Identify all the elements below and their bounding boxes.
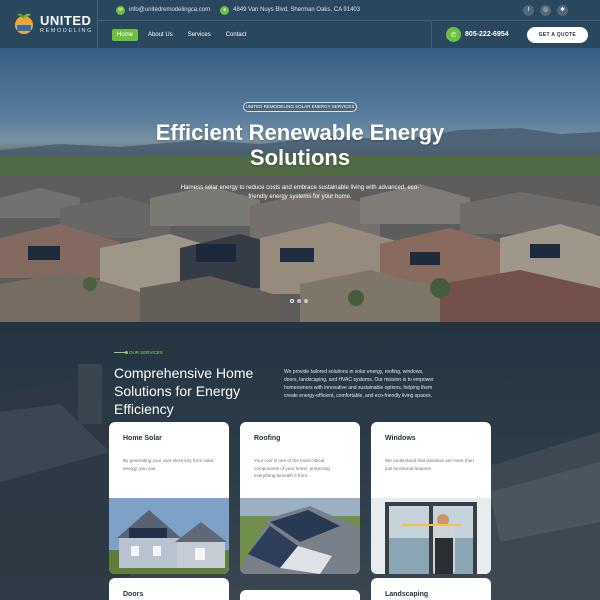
- logo-icon: [12, 12, 36, 36]
- nav-contact[interactable]: Contact: [221, 29, 252, 41]
- nav-services[interactable]: Services: [183, 29, 216, 41]
- card-title: Windows: [385, 435, 416, 442]
- service-card-landscaping[interactable]: Landscaping: [371, 578, 491, 600]
- slider-dot-3[interactable]: [304, 299, 308, 303]
- top-bar: ✉ info@unitedremodelingca.com ● 4849 Van…: [98, 0, 600, 21]
- hero-subtitle: Harness solar energy to reduce costs and…: [180, 185, 420, 200]
- slider-dot-2[interactable]: [297, 299, 301, 303]
- card-image: [240, 498, 360, 574]
- card-text: Your roof is one of the most critical co…: [254, 458, 330, 478]
- service-card-hvac[interactable]: [240, 590, 360, 600]
- site-header: UNITED REMODELING ✉ info@unitedremodelin…: [0, 0, 600, 48]
- nav-about-us[interactable]: About Us: [143, 29, 178, 41]
- service-card-doors[interactable]: Doors: [109, 578, 229, 600]
- address-link[interactable]: ● 4849 Van Nuys Blvd, Sherman Oaks, CA 9…: [220, 5, 361, 15]
- hero-title: Efficient Renewable Energy Solutions: [155, 120, 445, 170]
- main-nav: Home About Us Services Contact ✆ 805-222…: [98, 21, 600, 48]
- hero-section: UNITED REMODELING SOLAR ENERGY SERVICES …: [0, 48, 600, 322]
- logo[interactable]: UNITED REMODELING: [0, 0, 98, 48]
- phone-link[interactable]: ✆ 805-222-6954: [431, 21, 523, 48]
- email-link[interactable]: ✉ info@unitedremodelingca.com: [116, 5, 211, 15]
- card-title: Home Solar: [123, 435, 162, 442]
- phone-icon: ✆: [446, 27, 462, 42]
- services-eyebrow: OUR SERVICES: [114, 350, 163, 355]
- mail-icon: ✉: [116, 5, 125, 15]
- email-text: info@unitedremodelingca.com: [129, 7, 211, 13]
- address-text: 4849 Van Nuys Blvd, Sherman Oaks, CA 914…: [233, 7, 361, 13]
- card-image: [371, 498, 491, 574]
- card-text: By generating your own electricity from …: [123, 458, 214, 471]
- get-a-quote-button[interactable]: GET A QUOTE: [526, 26, 588, 43]
- slider-dots: [290, 299, 308, 303]
- card-title: Roofing: [254, 435, 281, 442]
- phone-number: 805-222-6954: [465, 31, 509, 38]
- service-card-windows[interactable]: Windows We understand that windows are m…: [371, 422, 491, 574]
- card-image: [109, 498, 229, 574]
- service-card-home-solar[interactable]: Home Solar By generating your own electr…: [109, 422, 229, 574]
- slider-dot-1[interactable]: [290, 299, 294, 303]
- location-icon: ●: [220, 5, 230, 15]
- services-eyebrow-text: OUR SERVICES: [129, 350, 163, 355]
- facebook-icon[interactable]: f: [523, 4, 534, 16]
- eyebrow-line-icon: [114, 351, 128, 354]
- services-section: OUR SERVICES Comprehensive Home Solution…: [0, 322, 600, 600]
- service-card-roofing[interactable]: Roofing Your roof is one of the most cri…: [240, 422, 360, 574]
- services-title: Comprehensive Home Solutions for Energy …: [114, 365, 254, 417]
- card-title: Doors: [123, 591, 144, 598]
- card-title: Landscaping: [385, 591, 429, 598]
- services-description: We provide tailored solutions in solar e…: [284, 369, 434, 399]
- card-text: We understand that windows are more than…: [385, 458, 474, 471]
- instagram-icon[interactable]: ◎: [540, 4, 551, 16]
- nav-home[interactable]: Home: [112, 28, 139, 41]
- hero-badge: UNITED REMODELING SOLAR ENERGY SERVICES: [243, 102, 357, 112]
- yelp-icon[interactable]: ✱: [557, 4, 568, 16]
- brand-name: UNITED: [40, 12, 92, 28]
- brand-subname: REMODELING: [40, 27, 93, 34]
- social-links: f ◎ ✱: [523, 4, 600, 16]
